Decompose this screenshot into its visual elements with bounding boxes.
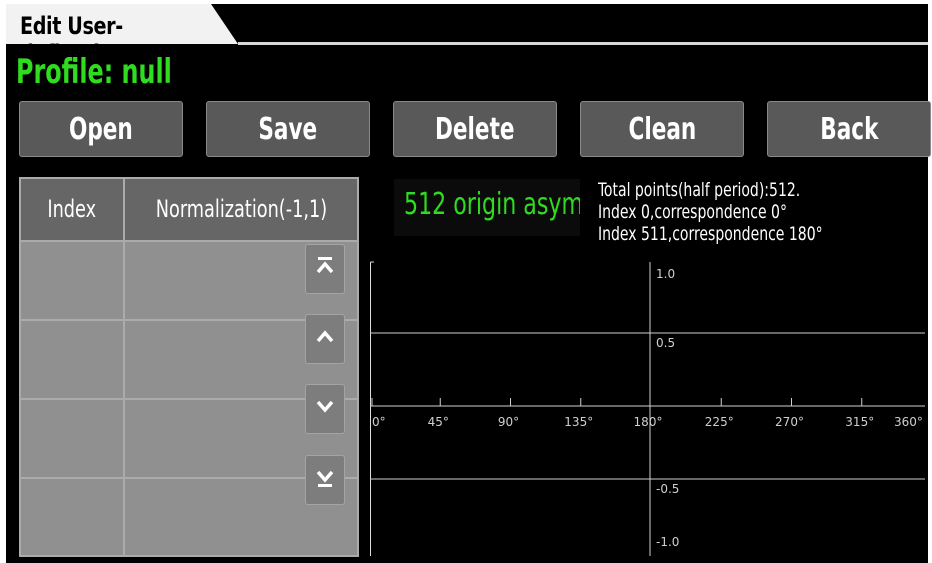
waveform-chart[interactable]: 0° 45° 90° 135° 180° 225° 270° 315° 360° 1.0 0.5 -0…	[370, 258, 928, 556]
arrow-down-icon	[316, 400, 334, 413]
jump-top-icon	[316, 257, 334, 274]
y-tick-label: -0.5	[656, 482, 679, 496]
table-header: Index Normalization(-1,1)	[21, 179, 357, 242]
window-border-right	[928, 0, 932, 563]
y-tick-label: 1.0	[656, 267, 675, 281]
tab-edit-user-defined[interactable]: Edit User-defined	[6, 4, 238, 44]
y-tick-label: -1.0	[656, 535, 679, 549]
x-tick-label: 45°	[428, 415, 449, 429]
delete-button-label: Delete	[435, 112, 515, 147]
waveform-name: 512 origin asymmetry	[404, 187, 580, 222]
back-button[interactable]: Back	[767, 101, 931, 157]
jump-bottom-button[interactable]	[305, 455, 345, 505]
clean-button[interactable]: Clean	[580, 101, 744, 157]
scroll-up-button[interactable]	[305, 314, 345, 364]
x-tick-label: 360°	[894, 415, 923, 429]
info-line: Index 511,correspondence 180°	[598, 223, 823, 245]
y-tick-label: 0.5	[656, 336, 675, 350]
x-tick-label: 90°	[498, 415, 519, 429]
x-tick-label: 225°	[705, 415, 734, 429]
x-tick-label: 270°	[775, 415, 804, 429]
info-line: Index 0,correspondence 0°	[598, 201, 787, 223]
save-button[interactable]: Save	[206, 101, 370, 157]
arrow-up-icon	[316, 330, 334, 343]
column-header-normalization: Normalization(-1,1)	[155, 195, 327, 223]
x-tick-label: 180°	[634, 415, 663, 429]
x-tick-label: 0°	[372, 415, 386, 429]
open-button[interactable]: Open	[19, 101, 183, 157]
scroll-down-button[interactable]	[305, 384, 345, 434]
waveform-name-box: 512 origin asymmetry	[394, 179, 580, 236]
open-button-label: Open	[69, 112, 133, 147]
chart-background	[370, 258, 928, 556]
back-button-label: Back	[819, 112, 879, 147]
column-header-index: Index	[47, 195, 97, 223]
save-button-label: Save	[258, 112, 318, 147]
profile-label: Profile: null	[16, 52, 172, 92]
window-border-top	[0, 0, 932, 4]
clean-button-label: Clean	[628, 112, 696, 147]
x-tick-label: 315°	[845, 415, 874, 429]
x-tick-label: 135°	[564, 415, 593, 429]
jump-top-button[interactable]	[305, 244, 345, 294]
delete-button[interactable]: Delete	[393, 101, 557, 157]
jump-bottom-icon	[316, 470, 334, 487]
info-line: Total points(half period):512.	[598, 179, 801, 201]
tab-underline	[238, 42, 928, 45]
app-window: Edit User-defined Profile: null Open Sav…	[0, 0, 932, 563]
points-table: Index Normalization(-1,1)	[19, 177, 359, 557]
window-border-left	[0, 0, 6, 563]
points-info: Total points(half period):512. Index 0,c…	[598, 179, 872, 245]
